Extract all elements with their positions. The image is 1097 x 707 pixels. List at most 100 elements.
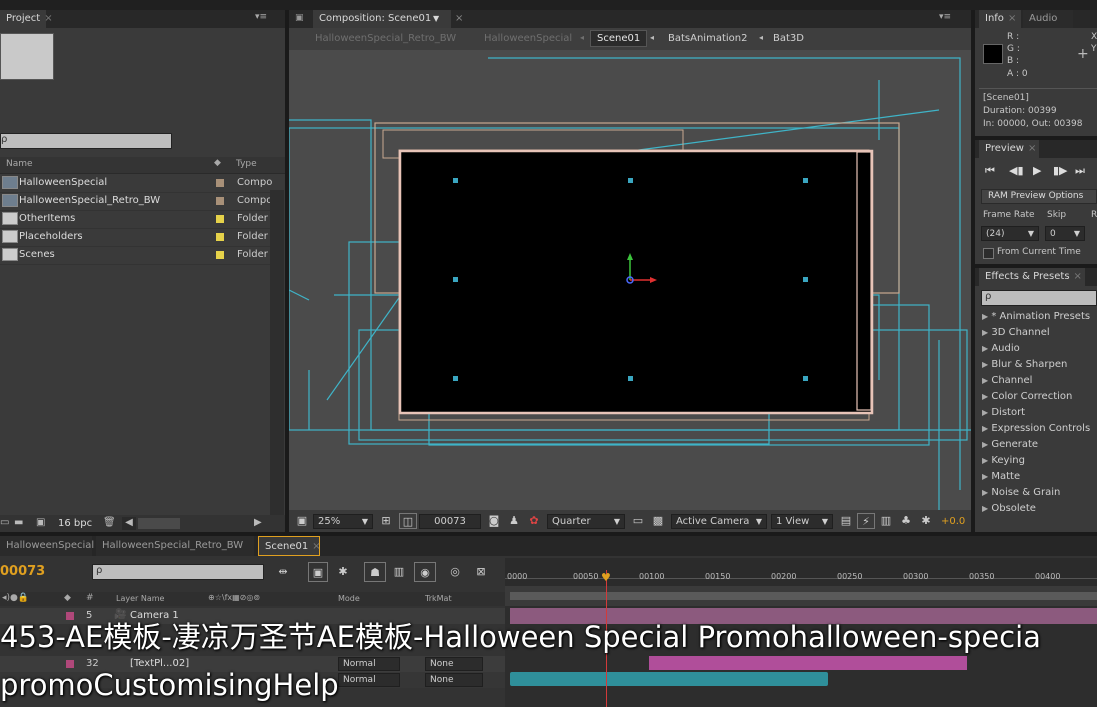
- skip-select[interactable]: 0 ▼: [1045, 226, 1085, 241]
- close-icon[interactable]: ×: [312, 541, 320, 552]
- magnification-select[interactable]: 25% ▼: [313, 514, 373, 529]
- time-ruler[interactable]: 0000 00050 00100 00150 00200 00250 00300 00350 0…: [505, 558, 1097, 586]
- label-tag-icon[interactable]: ◆: [214, 158, 221, 168]
- fast-previews-icon[interactable]: ▭: [629, 513, 647, 529]
- disclosure-triangle-icon[interactable]: ▶: [982, 376, 988, 385]
- previous-frame-icon[interactable]: ◀▮: [1009, 164, 1024, 177]
- frame-blending-icon[interactable]: ▥: [390, 564, 408, 580]
- effects-category[interactable]: ▶ Distort: [982, 407, 1025, 418]
- layer-bar-text[interactable]: [649, 656, 967, 670]
- disclosure-triangle-icon[interactable]: ▶: [982, 504, 988, 513]
- project-search-input[interactable]: ρ: [0, 133, 172, 149]
- layer-mode-select[interactable]: Normal: [338, 657, 400, 671]
- effects-category[interactable]: ▶ Keying: [982, 455, 1025, 466]
- close-icon[interactable]: ×: [1008, 13, 1016, 24]
- column-mode[interactable]: Mode: [338, 594, 360, 603]
- effects-category[interactable]: ▶ 3D Channel: [982, 327, 1050, 338]
- tab-timeline-scene01[interactable]: Scene01 ×: [258, 536, 321, 556]
- show-snapshot-icon[interactable]: ♟: [505, 513, 523, 529]
- effects-search-input[interactable]: ρ: [981, 290, 1097, 306]
- column-layer-name[interactable]: Layer Name: [116, 594, 164, 603]
- disclosure-triangle-icon[interactable]: ▶: [982, 472, 988, 481]
- close-icon[interactable]: ×: [1028, 143, 1036, 154]
- last-frame-icon[interactable]: ⏭: [1075, 164, 1085, 178]
- interpret-footage-icon[interactable]: ▭: [0, 517, 9, 528]
- tab-preview[interactable]: Preview ×: [979, 140, 1039, 158]
- bit-depth-button[interactable]: 16 bpc: [58, 518, 92, 529]
- effects-category[interactable]: ▶ Matte: [982, 471, 1020, 482]
- always-preview-icon[interactable]: ▣: [293, 513, 311, 529]
- disclosure-triangle-icon[interactable]: ▶: [982, 328, 988, 337]
- tab-project[interactable]: Project ×: [0, 10, 53, 28]
- next-frame-icon[interactable]: ▮▶: [1053, 164, 1068, 177]
- label-color[interactable]: [216, 197, 224, 205]
- new-folder-icon[interactable]: ▬: [14, 517, 23, 528]
- layer-mode-select[interactable]: Normal: [338, 673, 400, 687]
- composition-viewer[interactable]: [289, 50, 971, 510]
- disclosure-triangle-icon[interactable]: ▶: [982, 456, 988, 465]
- hide-shy-layers-icon[interactable]: ☗: [364, 562, 386, 582]
- close-icon[interactable]: ×: [455, 13, 463, 24]
- transparency-grid-icon[interactable]: ▩: [649, 513, 667, 529]
- breadcrumb-item[interactable]: HalloweenSpecial_Retro_BW: [315, 33, 456, 44]
- fast-draft-icon[interactable]: ⚡: [857, 513, 875, 529]
- snapshot-icon[interactable]: ◙: [485, 513, 503, 529]
- live-update-icon[interactable]: ▣: [308, 562, 328, 582]
- timeline-search-input[interactable]: ρ: [92, 564, 264, 580]
- breadcrumb-item[interactable]: Bat3D: [773, 33, 804, 44]
- breadcrumb-item[interactable]: BatsAnimation2: [668, 33, 747, 44]
- breadcrumb-active[interactable]: Scene01: [590, 30, 648, 47]
- label-color[interactable]: [216, 215, 224, 223]
- effects-category[interactable]: ▶ Expression Controls: [982, 423, 1090, 434]
- brainstorm-icon[interactable]: ◎: [446, 564, 464, 580]
- effects-category[interactable]: ▶ * Animation Presets: [982, 311, 1090, 322]
- effects-category[interactable]: ▶ Audio: [982, 343, 1020, 354]
- tab-audio[interactable]: Audio: [1023, 10, 1073, 28]
- graph-editor-icon[interactable]: ⊠: [472, 564, 490, 580]
- column-trkmat[interactable]: TrkMat: [425, 594, 452, 603]
- disclosure-triangle-icon[interactable]: ▶: [982, 312, 988, 321]
- column-num[interactable]: #: [86, 593, 94, 603]
- view-layout-select[interactable]: 1 View ▼: [771, 514, 833, 529]
- resolution-select[interactable]: Quarter ▼: [547, 514, 625, 529]
- project-scrollbar[interactable]: [270, 190, 284, 520]
- lock-icon[interactable]: ▣: [295, 13, 305, 23]
- dropdown-icon[interactable]: ▼: [433, 10, 439, 28]
- close-icon[interactable]: ×: [1074, 271, 1082, 282]
- draft-3d-icon[interactable]: ✱: [334, 564, 352, 580]
- effects-category[interactable]: ▶ Blur & Sharpen: [982, 359, 1067, 370]
- disclosure-triangle-icon[interactable]: ▶: [982, 488, 988, 497]
- current-time-field[interactable]: 00073: [419, 514, 481, 529]
- disclosure-triangle-icon[interactable]: ▶: [982, 392, 988, 401]
- project-item[interactable]: Scenes Folder: [0, 246, 270, 265]
- label-color[interactable]: [216, 251, 224, 259]
- column-type[interactable]: Type: [236, 159, 257, 169]
- disclosure-triangle-icon[interactable]: ▶: [982, 440, 988, 449]
- close-icon[interactable]: ×: [44, 13, 52, 24]
- region-of-interest-icon[interactable]: ◫: [399, 513, 417, 529]
- breadcrumb-item[interactable]: HalloweenSpecial: [484, 33, 572, 44]
- effects-category[interactable]: ▶ Generate: [982, 439, 1038, 450]
- motion-blur-icon[interactable]: ◉: [414, 562, 436, 582]
- disclosure-triangle-icon[interactable]: ▶: [982, 360, 988, 369]
- timeline-icon[interactable]: ▥: [877, 513, 895, 529]
- tab-timeline-halloweenspecial[interactable]: HalloweenSpecial: [0, 536, 94, 556]
- work-area-bar[interactable]: [505, 586, 1097, 606]
- project-item[interactable]: Placeholders Folder: [0, 228, 270, 247]
- layer-trkmat-select[interactable]: None: [425, 673, 483, 687]
- label-color[interactable]: [216, 179, 224, 187]
- play-icon[interactable]: ▶: [1033, 164, 1041, 177]
- column-name[interactable]: Name: [6, 159, 33, 169]
- label-tag-icon[interactable]: ◆: [64, 593, 71, 603]
- project-item[interactable]: HalloweenSpecial_Retro_BW Compo: [0, 192, 272, 211]
- channel-icon[interactable]: ✿: [525, 513, 543, 529]
- playhead-icon[interactable]: ♥: [601, 572, 611, 584]
- layer-bar-teal[interactable]: [510, 672, 828, 686]
- disclosure-triangle-icon[interactable]: ▶: [982, 344, 988, 353]
- camera-view-select[interactable]: Active Camera ▼: [671, 514, 767, 529]
- project-item[interactable]: OtherItems Folder: [0, 210, 270, 229]
- new-composition-icon[interactable]: ▣: [36, 517, 45, 528]
- reset-exposure-icon[interactable]: ✱: [917, 513, 935, 529]
- effects-category[interactable]: ▶ Color Correction: [982, 391, 1072, 402]
- ram-preview-options-button[interactable]: RAM Preview Options: [981, 189, 1097, 204]
